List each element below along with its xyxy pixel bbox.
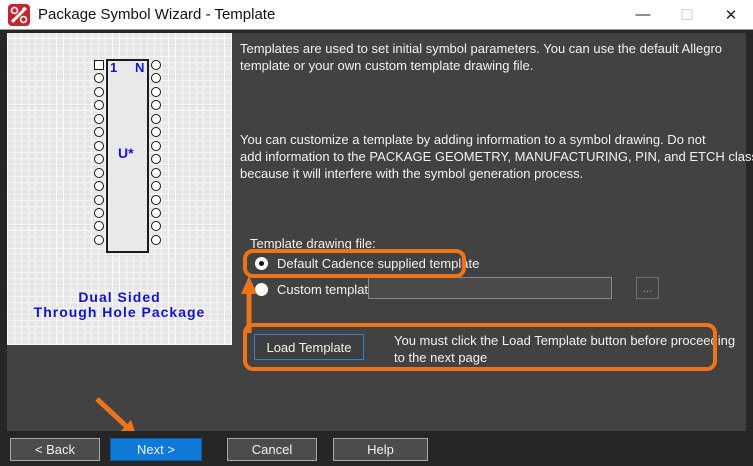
preview-caption-line1: Dual Sided xyxy=(7,289,232,305)
pin-right xyxy=(151,114,161,124)
back-button[interactable]: < Back xyxy=(10,438,100,461)
pin-left xyxy=(94,168,104,178)
radio-default-circle[interactable] xyxy=(255,257,268,270)
pin-right xyxy=(151,73,161,83)
browse-button[interactable]: ... xyxy=(636,277,659,299)
minimize-button[interactable]: — xyxy=(621,0,665,30)
pin-right xyxy=(151,168,161,178)
pin-1-square xyxy=(94,60,104,70)
customize-line-2: add information to the PACKAGE GEOMETRY,… xyxy=(240,148,753,165)
pin-left xyxy=(94,208,104,218)
radio-custom-label: Custom template: xyxy=(277,282,379,297)
pin-left xyxy=(94,114,104,124)
pin-left xyxy=(94,127,104,137)
pin-right xyxy=(151,208,161,218)
intro-line-1: Templates are used to set initial symbol… xyxy=(240,40,722,57)
footer-bar: < Back Next > Cancel Help xyxy=(0,431,753,466)
radio-custom-circle[interactable] xyxy=(255,283,268,296)
intro-line-2: template or your own custom template dra… xyxy=(240,57,722,74)
close-button[interactable]: ✕ xyxy=(709,0,753,30)
pinN-label: N xyxy=(135,60,144,75)
load-note-line-2: to the next page xyxy=(394,349,735,366)
allegro-app-icon xyxy=(8,4,30,26)
intro-paragraph: Templates are used to set initial symbol… xyxy=(240,40,722,74)
pin1-label: 1 xyxy=(110,60,117,75)
preview-caption-line2: Through Hole Package xyxy=(7,304,232,320)
cancel-button[interactable]: Cancel xyxy=(227,438,317,461)
load-template-button[interactable]: Load Template xyxy=(254,334,364,360)
customize-line-1: You can customize a template by adding i… xyxy=(240,131,753,148)
refdes-label: U* xyxy=(118,145,134,161)
pin-left xyxy=(94,100,104,110)
maximize-button: ☐ xyxy=(665,0,709,30)
pin-left xyxy=(94,154,104,164)
pin-left xyxy=(94,87,104,97)
pin-right xyxy=(151,60,161,70)
radio-default-label: Default Cadence supplied template xyxy=(277,256,479,271)
pin-right xyxy=(151,195,161,205)
pin-right xyxy=(151,87,161,97)
pin-right xyxy=(151,235,161,245)
load-note-line-1: You must click the Load Template button … xyxy=(394,332,735,349)
template-group-label: Template drawing file: xyxy=(250,235,376,252)
titlebar: Package Symbol Wizard - Template — ☐ ✕ xyxy=(0,0,753,30)
pin-right xyxy=(151,100,161,110)
window-title: Package Symbol Wizard - Template xyxy=(38,6,621,23)
load-template-note: You must click the Load Template button … xyxy=(394,332,735,366)
pin-left xyxy=(94,221,104,231)
pin-right xyxy=(151,181,161,191)
customize-line-3: because it will interfere with the symbo… xyxy=(240,165,753,182)
pin-right xyxy=(151,127,161,137)
customize-paragraph: You can customize a template by adding i… xyxy=(240,131,753,182)
pin-left xyxy=(94,195,104,205)
pin-left xyxy=(94,235,104,245)
pin-right xyxy=(151,154,161,164)
pin-right xyxy=(151,141,161,151)
pin-left xyxy=(94,181,104,191)
package-preview-image: 1 N U* Dual Sided Through Hole Package xyxy=(7,33,232,345)
package-symbol-wizard-window: Package Symbol Wizard - Template — ☐ ✕ 1… xyxy=(0,0,753,466)
radio-default-template[interactable]: Default Cadence supplied template xyxy=(255,256,479,271)
radio-custom-template[interactable]: Custom template: xyxy=(255,282,379,297)
next-button[interactable]: Next > xyxy=(110,438,202,461)
pin-left xyxy=(94,141,104,151)
custom-template-input[interactable] xyxy=(368,277,612,299)
pin-right xyxy=(151,221,161,231)
help-button[interactable]: Help xyxy=(333,438,428,461)
pin-left xyxy=(94,73,104,83)
